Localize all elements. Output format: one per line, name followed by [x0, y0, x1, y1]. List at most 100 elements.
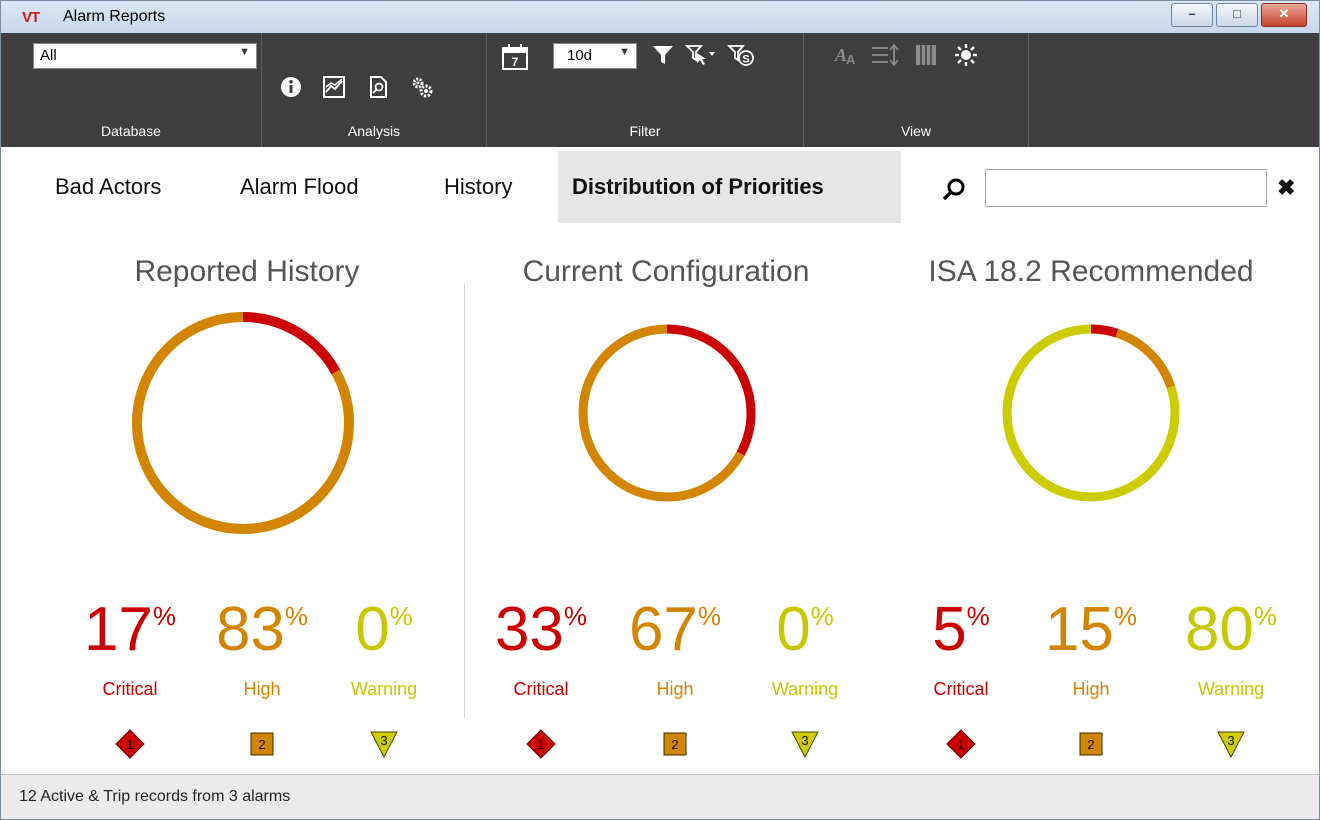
- priority-donut-chart: [1002, 324, 1180, 502]
- clear-search-button[interactable]: ✖: [1277, 175, 1295, 201]
- search-icon: [941, 177, 967, 203]
- percent-high: 15%: [1031, 599, 1151, 661]
- filter-s-icon[interactable]: S: [726, 43, 755, 67]
- priority-label-critical: Critical: [933, 679, 989, 699]
- high-priority-square-icon: 2: [250, 732, 274, 756]
- report-search-icon[interactable]: [366, 75, 390, 99]
- analysis-group: Analysis: [262, 33, 487, 147]
- percent-value: 83: [215, 595, 285, 664]
- percent-value: 0: [776, 595, 811, 664]
- filter-icon[interactable]: [651, 43, 675, 67]
- priority-marker-number: 3: [801, 733, 808, 748]
- tab-distribution-of-priorities[interactable]: Distribution of Priorities: [558, 151, 901, 223]
- tab-bad-actors[interactable]: Bad Actors: [55, 151, 161, 223]
- priority-marker-number: 1: [957, 737, 964, 752]
- priority-label-warning: Warning: [350, 679, 418, 699]
- tab-alarm-flood[interactable]: Alarm Flood: [240, 151, 359, 223]
- high-priority-square-icon: 2: [1079, 732, 1103, 756]
- font-size-icon[interactable]: AA: [834, 43, 858, 67]
- priority-marker-number: 3: [1227, 733, 1234, 748]
- percent-unit: %: [966, 601, 990, 631]
- range-select[interactable]: 10d ▼: [553, 43, 637, 69]
- settings-gears-icon[interactable]: [410, 75, 434, 99]
- percent-value: 80: [1184, 595, 1254, 664]
- panel-isa-recommended: ISA 18.2 Recommended 5% Critical 1 15% High 2…: [881, 227, 1301, 772]
- title-bar: VT Alarm Reports – □ ✕: [1, 1, 1319, 33]
- columns-icon[interactable]: [914, 43, 938, 67]
- priority-marker-number: 2: [1087, 737, 1094, 752]
- percent-unit: %: [563, 601, 588, 631]
- percent-critical: 5%: [911, 599, 1011, 661]
- percent-unit: %: [389, 601, 413, 631]
- close-button[interactable]: ✕: [1261, 3, 1307, 27]
- brightness-icon[interactable]: [954, 43, 978, 67]
- filter-group-label: Filter: [629, 123, 661, 139]
- trend-chart-icon[interactable]: [322, 75, 346, 99]
- percent-value: 33: [494, 595, 564, 664]
- priority-donut-chart: [578, 324, 756, 502]
- analysis-group-label: Analysis: [347, 123, 401, 139]
- percent-warning: 0%: [750, 599, 860, 661]
- percent-high: 83%: [207, 599, 317, 661]
- priority-label-critical: Critical: [102, 679, 158, 699]
- priority-label-warning: Warning: [1197, 679, 1265, 699]
- priority-marker-number: 3: [380, 733, 387, 748]
- filter-select-icon[interactable]: [684, 43, 717, 67]
- priority-label-high: High: [243, 679, 281, 699]
- panel-title: ISA 18.2 Recommended: [928, 255, 1254, 288]
- row-height-icon[interactable]: [870, 43, 900, 67]
- search-input[interactable]: [985, 169, 1267, 207]
- svg-text:S: S: [742, 54, 749, 66]
- priority-marker-number: 1: [126, 737, 133, 752]
- panel-current-configuration: Current Configuration 33% Critical 1 67% Hig…: [466, 227, 866, 772]
- dropdown-arrow-icon: ▼: [619, 46, 630, 58]
- percent-critical: 33%: [486, 599, 596, 661]
- panel-title: Reported History: [134, 255, 360, 288]
- priority-marker-number: 2: [258, 737, 265, 752]
- percent-value: 15: [1044, 595, 1114, 664]
- svg-text:7: 7: [512, 55, 519, 69]
- view-group: AA View: [804, 33, 1029, 147]
- percent-value: 17: [83, 595, 153, 664]
- percent-unit: %: [1253, 601, 1278, 631]
- view-group-label: View: [900, 123, 932, 139]
- status-text: 12 Active & Trip records from 3 alarms: [19, 788, 291, 805]
- percent-unit: %: [152, 601, 177, 631]
- priority-marker-number: 2: [671, 737, 678, 752]
- percent-warning: 80%: [1171, 599, 1291, 661]
- priority-label-critical: Critical: [513, 679, 569, 699]
- priority-marker-number: 1: [537, 737, 544, 752]
- app-logo: VT: [22, 9, 40, 26]
- alarm-reports-window: VT Alarm Reports – □ ✕ All ▼ Database An…: [0, 0, 1320, 820]
- percent-value: 5: [932, 595, 967, 664]
- panel-reported-history: Reported History 17% Critical 1 83% High 2 0% W…: [29, 227, 465, 772]
- ribbon-toolbar: All ▼ Database Analysis 7 10d ▼ S Filter…: [1, 33, 1319, 147]
- database-select-value: All: [40, 47, 57, 64]
- window-controls: – □ ✕: [1171, 3, 1307, 27]
- percent-unit: %: [810, 601, 834, 631]
- warning-priority-triangle-icon: 3: [370, 731, 398, 759]
- dropdown-arrow-icon: ▼: [239, 46, 250, 58]
- percent-warning: 0%: [329, 599, 439, 661]
- minimize-button[interactable]: –: [1171, 3, 1213, 27]
- percent-unit: %: [697, 601, 722, 631]
- window-title: Alarm Reports: [63, 8, 166, 25]
- high-priority-square-icon: 2: [663, 732, 687, 756]
- database-group: All ▼ Database: [1, 33, 262, 147]
- filter-group: 7 10d ▼ S Filter: [487, 33, 804, 147]
- tab-history[interactable]: History: [444, 151, 512, 223]
- calendar-icon[interactable]: 7: [501, 43, 529, 71]
- warning-priority-triangle-icon: 3: [1217, 731, 1245, 759]
- percent-value: 67: [628, 595, 698, 664]
- critical-priority-diamond-icon: 1: [526, 729, 556, 759]
- percent-value: 0: [355, 595, 390, 664]
- close-icon: ✕: [1278, 6, 1290, 21]
- priority-donut-chart: [132, 312, 354, 534]
- database-select[interactable]: All ▼: [33, 43, 257, 69]
- status-bar: 12 Active & Trip records from 3 alarms: [1, 774, 1319, 819]
- database-group-label: Database: [101, 123, 161, 139]
- restore-icon: □: [1233, 6, 1241, 21]
- panel-title: Current Configuration: [522, 255, 810, 288]
- restore-button[interactable]: □: [1216, 3, 1258, 27]
- info-icon[interactable]: [279, 75, 303, 99]
